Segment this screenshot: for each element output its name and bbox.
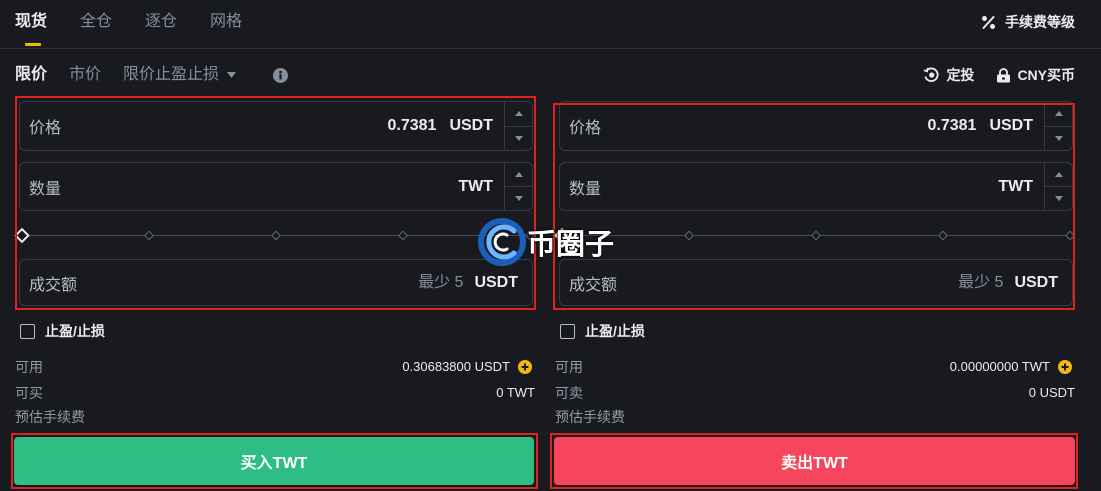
buy-amount-label: 数量 [29,180,62,198]
buy-amount-input[interactable] [61,177,446,196]
buy-amount-unit: TWT [458,177,493,195]
sell-price-increase-button[interactable] [1045,102,1072,127]
sell-max-value: 0 USDT [1028,385,1075,400]
slider-mark-25[interactable] [684,230,694,241]
sell-tp-sl-checkbox[interactable] [560,324,575,339]
buy-price-stepper [504,102,532,150]
sell-price-stepper [1044,102,1072,150]
buy-order-form: 价格 USDT 数量 TWT 成交额 USDT 止盈/止损 可用 0.30683… [0,0,540,491]
sell-amount-field: 数量 TWT [559,162,1073,211]
sell-amount-label: 数量 [569,180,602,198]
buy-available-value: 0.30683800 USDT [402,359,510,374]
buy-tp-sl-checkbox[interactable] [20,324,35,339]
buy-amount-field: 数量 TWT [19,162,533,211]
sell-price-field: 价格 USDT [559,101,1073,151]
slider-mark-50[interactable] [271,230,281,241]
sell-percent-slider[interactable] [554,227,1075,244]
buy-max-value: 0 TWT [496,385,535,400]
sell-total-input[interactable] [617,273,1004,292]
buy-percent-slider[interactable] [14,227,535,244]
buy-price-unit: USDT [449,117,493,134]
buy-amount-stepper [504,163,532,210]
arrow-up-icon [514,172,523,177]
sell-amount-unit: TWT [998,177,1033,195]
buy-amount-increase-button[interactable] [505,163,532,187]
buy-price-input[interactable] [61,117,437,135]
buy-submit-button[interactable]: 买入TWT [14,437,534,485]
arrow-down-icon [1054,196,1063,201]
buy-total-input[interactable] [77,273,464,292]
buy-price-label: 价格 [29,120,62,137]
sell-available-value: 0.00000000 TWT [949,359,1050,374]
buy-total-field: 成交额 USDT [19,259,533,306]
sell-amount-increase-button[interactable] [1045,163,1072,187]
plus-circle-icon[interactable] [518,360,532,374]
buy-price-decrease-button[interactable] [505,127,532,151]
sell-price-decrease-button[interactable] [1045,127,1072,151]
sell-total-unit: USDT [1014,273,1058,291]
sell-available-label: 可用 [555,359,583,375]
arrow-up-icon [1054,111,1063,117]
sell-max-label: 可卖 [555,385,583,401]
sell-tp-sl-label[interactable]: 止盈/止损 [585,322,645,340]
buy-total-unit: USDT [474,273,518,291]
sell-slider-handle[interactable] [554,227,570,244]
arrow-up-icon [514,111,523,117]
arrow-down-icon [514,135,523,141]
buy-slider-handle[interactable] [14,227,30,244]
sell-amount-stepper [1044,163,1072,210]
slider-mark-25[interactable] [144,230,154,241]
sell-submit-button[interactable]: 卖出TWT [554,437,1075,485]
buy-available-label: 可用 [15,359,43,375]
buy-max-label: 可买 [15,385,43,401]
slider-mark-75[interactable] [398,230,408,241]
buy-tp-sl-label[interactable]: 止盈/止损 [45,322,105,340]
sell-amount-decrease-button[interactable] [1045,187,1072,210]
buy-price-field: 价格 USDT [19,101,533,151]
slider-mark-50[interactable] [811,230,821,241]
plus-circle-icon[interactable] [1058,360,1072,374]
arrow-down-icon [514,196,523,201]
arrow-up-icon [1054,172,1063,177]
buy-total-label: 成交额 [29,276,78,294]
sell-total-label: 成交额 [569,276,618,294]
sell-order-form: 价格 USDT 数量 TWT 成交额 USDT 止盈/止损 可用 0.00000… [540,0,1080,491]
sell-price-unit: USDT [989,117,1033,134]
buy-fee-label: 预估手续费 [15,409,85,425]
buy-amount-decrease-button[interactable] [505,187,532,210]
arrow-down-icon [1054,135,1063,141]
slider-mark-75[interactable] [938,230,948,241]
sell-total-field: 成交额 USDT [559,259,1073,306]
slider-mark-100[interactable] [525,230,535,241]
sell-price-label: 价格 [569,120,602,137]
buy-price-increase-button[interactable] [505,102,532,127]
sell-amount-input[interactable] [601,177,986,196]
slider-mark-100[interactable] [1065,230,1075,241]
sell-price-input[interactable] [601,117,977,135]
sell-fee-label: 预估手续费 [555,409,625,425]
